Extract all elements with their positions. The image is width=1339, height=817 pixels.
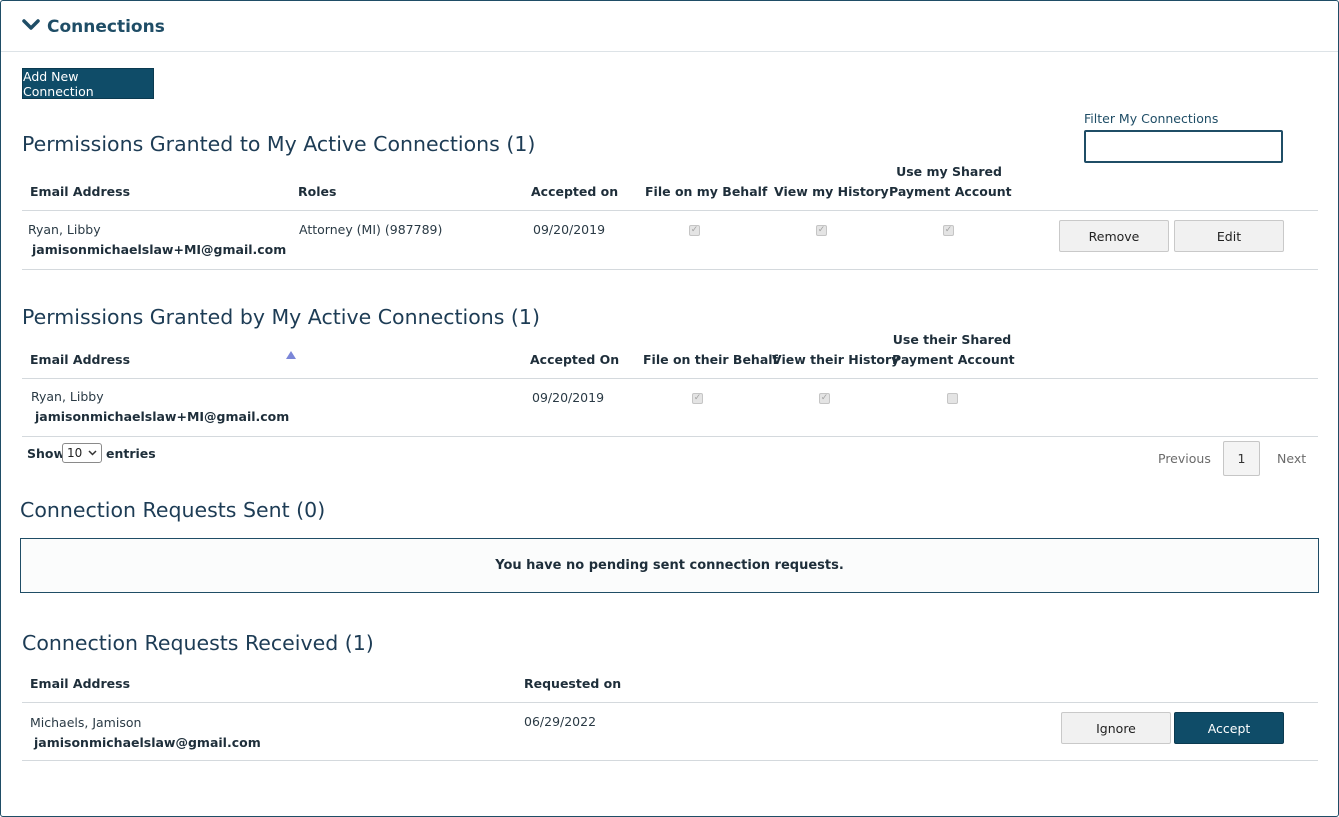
ignore-button[interactable]: Ignore bbox=[1061, 712, 1171, 744]
requests-received-heading: Connection Requests Received (1) bbox=[22, 631, 374, 655]
col-email-address[interactable]: Email Address bbox=[30, 184, 130, 199]
length-show-label: Show bbox=[27, 446, 66, 461]
connection-name: Ryan, Libby bbox=[31, 389, 104, 404]
table-row: Ryan, Libby jamisonmichaelslaw+MI@gmail.… bbox=[1, 379, 1338, 436]
connection-role: Attorney (MI) (987789) bbox=[299, 222, 443, 237]
col-requested-on[interactable]: Requested on bbox=[524, 676, 621, 691]
granted-by-heading: Permissions Granted by My Active Connect… bbox=[22, 305, 540, 329]
table-row: Michaels, Jamison jamisonmichaelslaw@gma… bbox=[1, 703, 1338, 760]
file-on-behalf-checkbox[interactable]: ✓ bbox=[692, 393, 703, 404]
view-history-checkbox[interactable]: ✓ bbox=[816, 225, 827, 236]
shared-payment-checkbox[interactable] bbox=[947, 393, 958, 404]
col-use-my-shared-payment[interactable]: Use my Shared Payment Account bbox=[889, 164, 1012, 199]
col-file-on-my-behalf[interactable]: File on my Behalf bbox=[645, 184, 767, 199]
chevron-down-icon[interactable] bbox=[22, 18, 40, 32]
col-header-line-2: Payment Account bbox=[892, 352, 1015, 367]
col-use-their-shared-payment[interactable]: Use their Shared Payment Account bbox=[892, 332, 1015, 367]
col-email-address[interactable]: Email Address bbox=[30, 352, 130, 367]
empty-requests-notice: You have no pending sent connection requ… bbox=[20, 538, 1319, 593]
filter-label: Filter My Connections bbox=[1084, 111, 1219, 126]
pagination-previous[interactable]: Previous bbox=[1158, 451, 1211, 466]
view-history-checkbox[interactable]: ✓ bbox=[819, 393, 830, 404]
page-length-select[interactable]: 10 bbox=[62, 443, 102, 463]
file-on-behalf-checkbox[interactable]: ✓ bbox=[689, 225, 700, 236]
col-view-my-history[interactable]: View my History bbox=[774, 184, 889, 199]
requested-date: 06/29/2022 bbox=[524, 714, 597, 729]
accepted-date: 09/20/2019 bbox=[533, 222, 606, 237]
shared-payment-checkbox[interactable]: ✓ bbox=[943, 225, 954, 236]
col-header-line-1: Use their Shared bbox=[892, 332, 1012, 347]
accept-button[interactable]: Accept bbox=[1174, 712, 1284, 744]
col-header-line-1: Use my Shared bbox=[896, 164, 1002, 179]
divider bbox=[22, 269, 1318, 270]
col-accepted-on[interactable]: Accepted On bbox=[530, 352, 619, 367]
pagination-page-1[interactable]: 1 bbox=[1223, 441, 1260, 476]
col-header-line-2: Payment Account bbox=[889, 184, 1012, 199]
col-roles[interactable]: Roles bbox=[298, 184, 336, 199]
panel-title: Connections bbox=[47, 17, 165, 37]
requests-sent-heading: Connection Requests Sent (0) bbox=[20, 498, 326, 522]
connection-email: jamisonmichaelslaw@gmail.com bbox=[34, 735, 261, 750]
granted-to-heading: Permissions Granted to My Active Connect… bbox=[22, 132, 536, 156]
remove-button[interactable]: Remove bbox=[1059, 220, 1169, 252]
connection-email: jamisonmichaelslaw+MI@gmail.com bbox=[32, 242, 287, 257]
connection-name: Michaels, Jamison bbox=[30, 715, 142, 730]
panel-header[interactable]: Connections bbox=[1, 1, 1338, 52]
filter-connections-input[interactable] bbox=[1084, 130, 1283, 163]
length-entries-label: entries bbox=[106, 446, 156, 461]
col-file-on-their-behalf[interactable]: File on their Behalf bbox=[643, 352, 778, 367]
table-row: Ryan, Libby jamisonmichaelslaw+MI@gmail.… bbox=[1, 211, 1338, 269]
col-view-their-history[interactable]: View their History bbox=[772, 352, 899, 367]
connections-panel: Connections Add New Connection Filter My… bbox=[0, 0, 1339, 817]
divider bbox=[22, 436, 1318, 437]
edit-button[interactable]: Edit bbox=[1174, 220, 1284, 252]
connection-email: jamisonmichaelslaw+MI@gmail.com bbox=[35, 409, 290, 424]
page-length-value: 10 bbox=[67, 446, 83, 460]
pagination-next[interactable]: Next bbox=[1277, 451, 1306, 466]
sort-ascending-icon[interactable] bbox=[286, 351, 296, 359]
chevron-down-icon bbox=[88, 450, 97, 456]
col-email-address[interactable]: Email Address bbox=[30, 676, 130, 691]
divider bbox=[22, 760, 1318, 761]
connection-name: Ryan, Libby bbox=[28, 222, 101, 237]
add-new-connection-button[interactable]: Add New Connection bbox=[22, 68, 154, 99]
accepted-date: 09/20/2019 bbox=[532, 390, 605, 405]
col-accepted-on[interactable]: Accepted on bbox=[531, 184, 618, 199]
